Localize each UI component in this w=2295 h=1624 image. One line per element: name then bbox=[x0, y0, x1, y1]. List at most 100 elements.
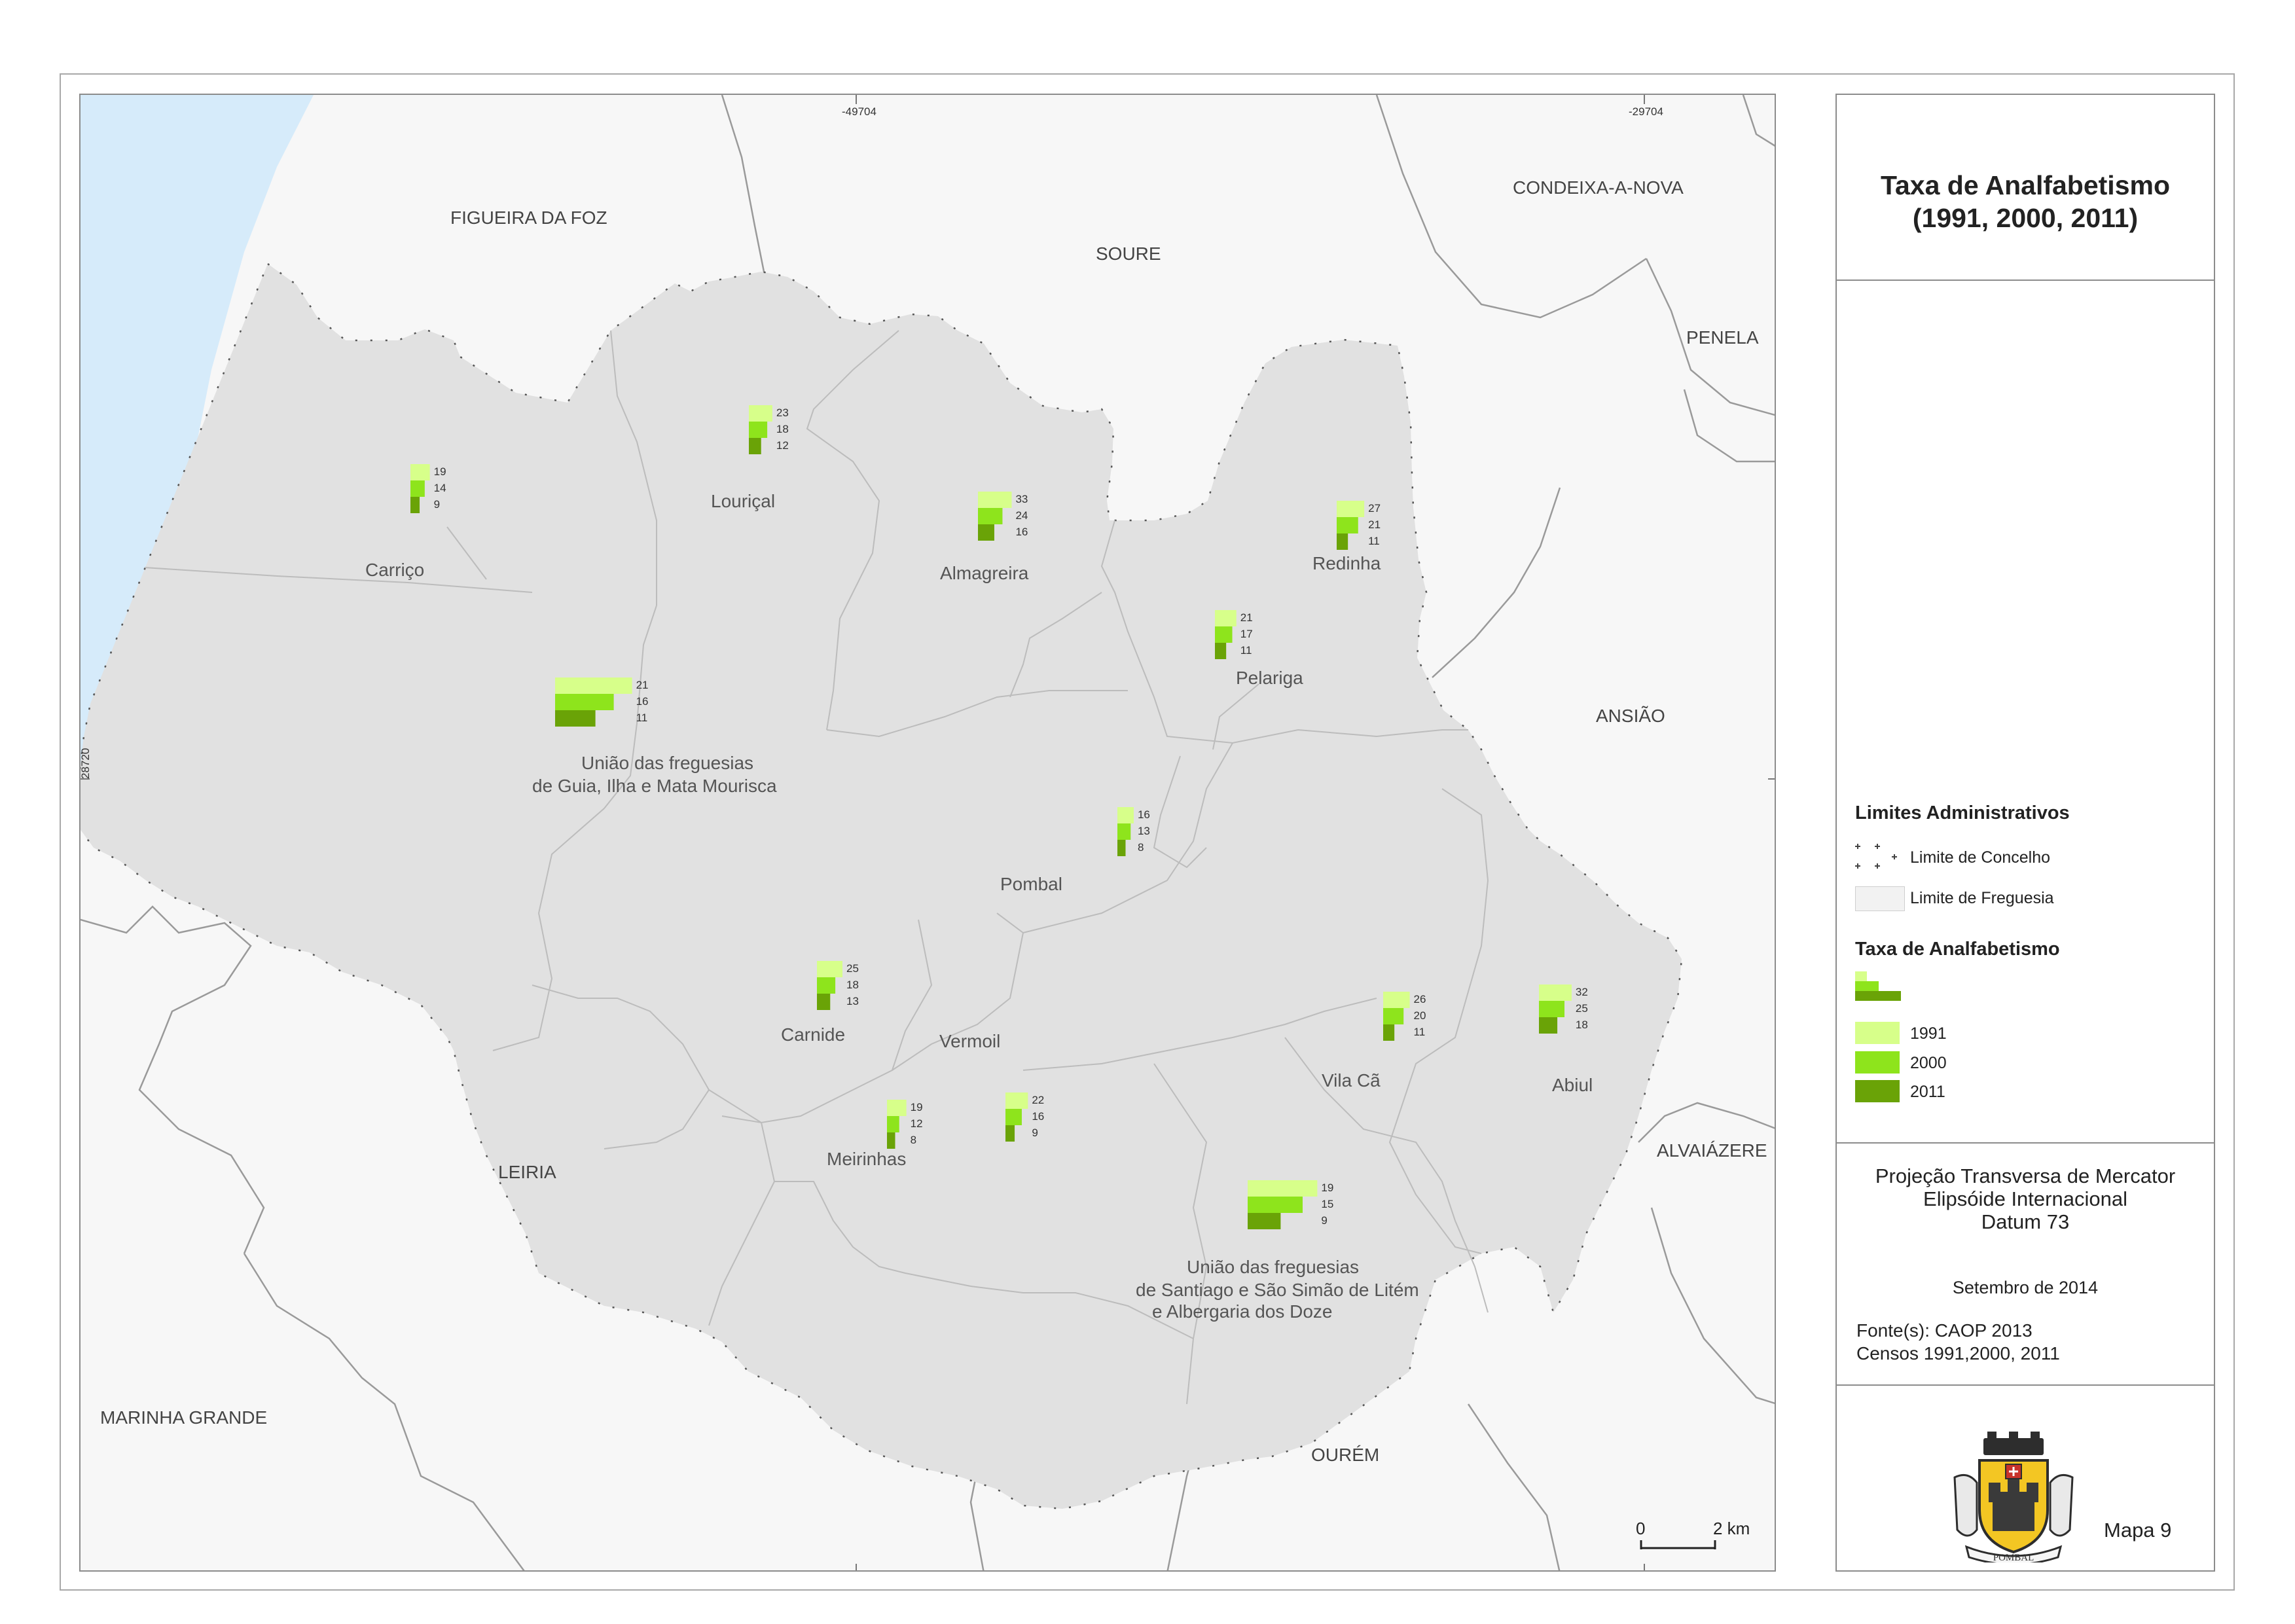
value-meirinhas-2011: 8 bbox=[910, 1134, 917, 1146]
bar-pombal-2000 bbox=[1117, 823, 1131, 840]
bar-carnide-2011 bbox=[817, 994, 831, 1010]
bar-santiago-1991 bbox=[1248, 1180, 1318, 1197]
neighbor-ourem: OURÉM bbox=[1311, 1445, 1380, 1465]
seal-text: POMBAL bbox=[1993, 1553, 2034, 1562]
bar-symbol-icon bbox=[1855, 971, 1901, 1001]
value-meirinhas-1991: 19 bbox=[910, 1101, 923, 1113]
parish-label-meirinhas: Meirinhas bbox=[827, 1149, 907, 1169]
value-carrico-2011: 9 bbox=[433, 498, 441, 511]
pombal-municipality[interactable] bbox=[81, 262, 1683, 1510]
value-vilaca-1991: 26 bbox=[1413, 993, 1426, 1005]
projection-line-1: Projeção Transversa de Mercator bbox=[1875, 1164, 2176, 1187]
bar-vermoil-2011 bbox=[1005, 1125, 1015, 1142]
bar-guia-1991 bbox=[555, 677, 632, 694]
parish-label-santiago-3: e Albergaria dos Doze bbox=[1152, 1301, 1333, 1322]
value-guia-2000: 16 bbox=[636, 695, 649, 708]
bar-louricol-2011 bbox=[749, 438, 761, 454]
parish-label-louricol: Louriçal bbox=[711, 491, 776, 511]
neighbor-penela: PENELA bbox=[1686, 327, 1759, 348]
value-santiago-2000: 15 bbox=[1321, 1198, 1334, 1210]
parish-label-abiul: Abiul bbox=[1552, 1075, 1593, 1095]
value-pelariga-2000: 17 bbox=[1240, 628, 1253, 640]
bar-meirinhas-2000 bbox=[887, 1116, 899, 1132]
bar-vermoil-1991 bbox=[1005, 1092, 1028, 1109]
value-vilaca-2011: 11 bbox=[1413, 1026, 1426, 1038]
bar-louricol-1991 bbox=[749, 405, 772, 422]
neighbor-ansiao: ANSIÃO bbox=[1596, 706, 1665, 726]
neighbor-marinha-grande: MARINHA GRANDE bbox=[100, 1407, 268, 1428]
value-almagreira-2000: 24 bbox=[1015, 509, 1028, 522]
bar-redinha-2011 bbox=[1337, 533, 1348, 550]
value-abiul-2000: 25 bbox=[1575, 1002, 1588, 1015]
parish-label-pombal: Pombal bbox=[1000, 874, 1062, 894]
map-canvas bbox=[81, 95, 1775, 1570]
pombal-coat-of-arms-icon: POMBAL bbox=[1953, 1432, 2074, 1562]
parish-label-santiago-2: de Santiago e São Simão de Litém bbox=[1136, 1280, 1419, 1300]
freguesia-symbol bbox=[1855, 886, 1905, 911]
legend-swatch-1991 bbox=[1855, 1022, 1900, 1044]
value-guia-1991: 21 bbox=[636, 679, 649, 691]
title-line-1: Taxa de Analfabetismo bbox=[1880, 170, 2170, 200]
map-date: Setembro de 2014 bbox=[1952, 1278, 2099, 1297]
value-santiago-1991: 19 bbox=[1321, 1182, 1334, 1194]
legend-concelho-label: Limite de Concelho bbox=[1910, 848, 2051, 867]
bar-guia-2011 bbox=[555, 710, 596, 727]
value-pombal-2000: 13 bbox=[1137, 825, 1150, 837]
value-carrico-1991: 19 bbox=[433, 465, 446, 478]
value-almagreira-1991: 33 bbox=[1015, 493, 1028, 505]
projection-line-3: Datum 73 bbox=[1981, 1210, 2070, 1233]
map-area[interactable]: -49704 -29704 28720 FIGUEIRA DA FOZ SOUR… bbox=[79, 94, 1776, 1572]
bar-vilaca-1991 bbox=[1383, 992, 1410, 1008]
bar-vermoil-2000 bbox=[1005, 1109, 1022, 1125]
value-abiul-2011: 18 bbox=[1575, 1019, 1588, 1031]
parish-label-vila-ca: Vila Cã bbox=[1322, 1070, 1381, 1091]
scale-label-end: 2 km bbox=[1713, 1519, 1750, 1538]
bar-carnide-2000 bbox=[817, 977, 836, 994]
legend-swatch-2011 bbox=[1855, 1080, 1900, 1102]
value-guia-2011: 11 bbox=[636, 712, 648, 724]
bar-almagreira-2000 bbox=[978, 508, 1003, 524]
parish-label-guia-2: de Guia, Ilha e Mata Mourisca bbox=[532, 776, 777, 796]
value-vermoil-2011: 9 bbox=[1032, 1127, 1038, 1139]
scale-bar bbox=[1640, 1540, 1716, 1549]
parish-label-pelariga: Pelariga bbox=[1236, 668, 1303, 688]
value-vermoil-2000: 16 bbox=[1032, 1110, 1045, 1123]
parish-label-redinha: Redinha bbox=[1312, 553, 1381, 573]
info-panel: Projeção Transversa de Mercator Elipsóid… bbox=[1835, 1142, 2215, 1386]
neighbor-figueira-da-foz: FIGUEIRA DA FOZ bbox=[450, 208, 607, 228]
grid-label-left: 28720 bbox=[79, 748, 92, 779]
neighbor-condeixa-a-nova: CONDEIXA-A-NOVA bbox=[1513, 177, 1684, 198]
legend-admin-title: Limites Administrativos bbox=[1855, 803, 2070, 823]
bar-carrico-2000 bbox=[410, 480, 425, 497]
value-santiago-2011: 9 bbox=[1321, 1214, 1328, 1227]
value-meirinhas-2000: 12 bbox=[910, 1117, 923, 1130]
parish-label-guia-1: União das freguesias bbox=[581, 753, 754, 773]
value-abiul-1991: 32 bbox=[1575, 986, 1588, 998]
value-louricol-2011: 12 bbox=[776, 439, 789, 452]
parish-label-carrico: Carriço bbox=[365, 560, 425, 580]
value-carrico-2000: 14 bbox=[433, 482, 446, 494]
value-pelariga-1991: 21 bbox=[1240, 611, 1253, 624]
value-louricol-1991: 23 bbox=[776, 406, 789, 419]
bar-vilaca-2011 bbox=[1383, 1024, 1395, 1041]
bar-pelariga-1991 bbox=[1215, 610, 1237, 626]
bar-carnide-1991 bbox=[817, 961, 842, 977]
neighbor-leiria: LEIRIA bbox=[498, 1162, 556, 1182]
bar-vilaca-2000 bbox=[1383, 1008, 1404, 1024]
projection-line-2: Elipsóide Internacional bbox=[1923, 1187, 2127, 1210]
bar-guia-2000 bbox=[555, 694, 614, 710]
value-redinha-2011: 11 bbox=[1368, 535, 1380, 547]
source-line-2: Censos 1991,2000, 2011 bbox=[1856, 1343, 2060, 1363]
scale-label-zero: 0 bbox=[1636, 1519, 1646, 1538]
legend-rate-title: Taxa de Analfabetismo bbox=[1855, 939, 2060, 960]
bar-abiul-2011 bbox=[1539, 1017, 1558, 1034]
bar-redinha-1991 bbox=[1337, 501, 1365, 517]
value-carnide-2000: 18 bbox=[846, 979, 859, 991]
bar-santiago-2011 bbox=[1248, 1213, 1281, 1229]
grid-label-top-right: -29704 bbox=[1629, 105, 1663, 118]
value-carnide-2011: 13 bbox=[846, 995, 859, 1007]
bar-louricol-2000 bbox=[749, 422, 768, 438]
neighbor-alvaiazere: ALVAIÁZERE bbox=[1657, 1140, 1767, 1161]
parish-label-vermoil: Vermoil bbox=[939, 1031, 1001, 1051]
legend-panel: Limites Administrativos Limite de Concel… bbox=[1835, 280, 2215, 1144]
